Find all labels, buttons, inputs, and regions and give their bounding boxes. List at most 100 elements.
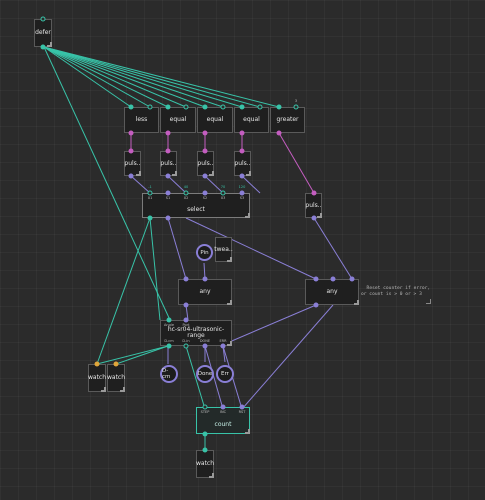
any2-input-pin-3[interactable] bbox=[349, 276, 355, 282]
select-pin-label-x3: X3 bbox=[220, 196, 226, 200]
equal3-output-pin[interactable] bbox=[239, 130, 245, 136]
tweak-label: twea.. bbox=[214, 245, 233, 253]
pulse-node-1[interactable]: puls.. bbox=[124, 151, 141, 176]
pulse2-output-pin[interactable] bbox=[165, 173, 171, 179]
less-output-pin[interactable] bbox=[128, 130, 134, 136]
any1-input-pin-1[interactable] bbox=[183, 276, 189, 282]
range-output-dcm[interactable] bbox=[166, 343, 172, 349]
link-defer-less bbox=[43, 46, 132, 108]
equal1-output-pin[interactable] bbox=[165, 130, 171, 136]
range-input-angle[interactable] bbox=[166, 317, 172, 323]
resize-corner bbox=[209, 171, 214, 176]
equal1-input-pin-1[interactable] bbox=[165, 104, 171, 110]
select-input-s1[interactable] bbox=[165, 190, 171, 196]
count-pin-label-rst: RST bbox=[238, 410, 246, 414]
any1-output-pin[interactable] bbox=[183, 302, 189, 308]
equal2-output-pin[interactable] bbox=[202, 130, 208, 136]
pulse-node-3[interactable]: puls.. bbox=[197, 151, 214, 176]
pulse-node-4[interactable]: puls.. bbox=[234, 151, 251, 176]
pulse-node-5[interactable]: puls.. bbox=[305, 193, 322, 218]
pulse4-output-pin[interactable] bbox=[239, 173, 245, 179]
less-node[interactable]: less bbox=[124, 107, 159, 133]
resize-corner bbox=[136, 171, 141, 176]
dcm-label: D-cm bbox=[162, 368, 171, 380]
equal3-input-pin-2[interactable] bbox=[257, 104, 263, 110]
link-any2-range bbox=[219, 304, 317, 347]
less-input-pin-2[interactable] bbox=[147, 104, 153, 110]
range-output-done[interactable] bbox=[202, 343, 208, 349]
range-output-err[interactable] bbox=[220, 343, 226, 349]
select-top-label-2: 40 bbox=[183, 185, 189, 189]
equal1-input-pin-2[interactable] bbox=[183, 104, 189, 110]
less-input-pin-1[interactable] bbox=[128, 104, 134, 110]
any2-input-pin-1[interactable] bbox=[313, 276, 319, 282]
defer-output-pin[interactable] bbox=[40, 44, 46, 50]
greater-node[interactable]: greater bbox=[270, 107, 305, 133]
watch2-input-pin[interactable] bbox=[113, 361, 119, 367]
patch-canvas[interactable]: defer less equal equal equal greater 3 p… bbox=[0, 0, 485, 500]
pulse4-input-pin[interactable] bbox=[239, 148, 245, 154]
pulse3-output-pin[interactable] bbox=[202, 173, 208, 179]
any2-input-pin-2[interactable] bbox=[330, 276, 336, 282]
range-input-port[interactable] bbox=[183, 317, 189, 323]
equal3-input-pin-1[interactable] bbox=[239, 104, 245, 110]
pulse-node-2[interactable]: puls.. bbox=[160, 151, 177, 176]
watch-node-2[interactable]: watch bbox=[107, 364, 125, 392]
any-node-2[interactable]: any bbox=[305, 279, 359, 305]
link-pulse5-any2 bbox=[313, 217, 353, 280]
select-pin-label-s3: S3 bbox=[239, 196, 245, 200]
link-select-watch1 bbox=[96, 217, 151, 365]
pulse3-input-pin[interactable] bbox=[202, 148, 208, 154]
select-node[interactable]: select bbox=[142, 193, 250, 218]
resize-corner bbox=[317, 213, 322, 218]
select-output-pin-1[interactable] bbox=[147, 215, 153, 221]
watch3-input-pin[interactable] bbox=[202, 447, 208, 453]
err-output-node[interactable]: Err bbox=[216, 365, 234, 383]
any-node-1[interactable]: any bbox=[178, 279, 232, 305]
count-input-inc[interactable] bbox=[220, 404, 226, 410]
equal-node-3[interactable]: equal bbox=[234, 107, 269, 133]
range-output-din[interactable] bbox=[183, 343, 189, 349]
pulse1-output-pin[interactable] bbox=[128, 173, 134, 179]
pulse2-input-pin[interactable] bbox=[165, 148, 171, 154]
select-input-x1[interactable] bbox=[147, 190, 153, 196]
equal-node-2[interactable]: equal bbox=[197, 107, 233, 133]
greater-input-pin-1[interactable] bbox=[276, 104, 282, 110]
watch1-input-pin[interactable] bbox=[94, 361, 100, 367]
done-output-node[interactable]: Done bbox=[196, 365, 214, 383]
any1-input-pin-2[interactable] bbox=[202, 276, 208, 282]
pulse5-input-pin[interactable] bbox=[311, 190, 317, 196]
greater-input-pin-2[interactable] bbox=[293, 104, 299, 110]
select-input-s3[interactable] bbox=[239, 190, 245, 196]
count-output-pin[interactable] bbox=[202, 431, 208, 437]
equal2-input-pin-2[interactable] bbox=[220, 104, 226, 110]
pulse1-input-pin[interactable] bbox=[128, 148, 134, 154]
pulse5-output-pin[interactable] bbox=[311, 215, 317, 221]
any2-output-pin[interactable] bbox=[313, 302, 319, 308]
resize-corner bbox=[120, 387, 125, 392]
resize-corner bbox=[245, 213, 250, 218]
done-label: Done bbox=[197, 371, 213, 377]
select-input-s2[interactable] bbox=[202, 190, 208, 196]
equal2-input-pin-1[interactable] bbox=[202, 104, 208, 110]
watch-label-2: watch bbox=[106, 374, 126, 381]
pulse-label-2: puls.. bbox=[160, 159, 177, 167]
tweak-node[interactable]: twea.. bbox=[214, 237, 233, 262]
count-input-rst[interactable] bbox=[239, 404, 245, 410]
pin-constant-node[interactable]: Pin bbox=[196, 244, 213, 261]
defer-node[interactable]: defer bbox=[34, 19, 52, 47]
watch-node-3[interactable]: watch bbox=[196, 450, 214, 478]
select-output-pin-2[interactable] bbox=[165, 215, 171, 221]
select-input-x3[interactable] bbox=[220, 190, 226, 196]
pulse-label-1: puls.. bbox=[124, 159, 141, 167]
select-input-x2[interactable] bbox=[183, 190, 189, 196]
watch-node-1[interactable]: watch bbox=[88, 364, 106, 392]
dcm-output-node[interactable]: D-cm bbox=[160, 365, 178, 383]
count-input-step[interactable] bbox=[202, 404, 208, 410]
greater-output-pin[interactable] bbox=[276, 130, 282, 136]
range-pin-label-err: ERR bbox=[219, 339, 227, 343]
defer-input-pin[interactable] bbox=[40, 16, 46, 22]
select-pin-label-s2: S2 bbox=[202, 196, 208, 200]
equal-node-1[interactable]: equal bbox=[160, 107, 196, 133]
comment-note[interactable]: Reset counter if error, or count is > 0 … bbox=[359, 279, 431, 304]
